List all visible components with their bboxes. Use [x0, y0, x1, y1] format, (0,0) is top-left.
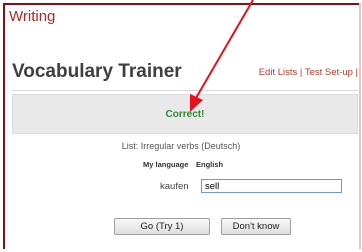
app-title: Vocabulary Trainer	[12, 61, 182, 82]
question-word: kaufen	[160, 181, 189, 192]
link-separator-trailing: |	[355, 67, 358, 78]
top-links: Edit Lists | Test Set-up |	[259, 67, 358, 78]
title-divider	[12, 90, 358, 91]
test-setup-link[interactable]: Test Set-up	[305, 67, 353, 78]
answer-input[interactable]	[201, 179, 342, 193]
list-name: List: Irregular verbs (Deutsch)	[121, 141, 241, 151]
feedback-message: Correct!	[165, 108, 205, 120]
my-language-label: My language	[143, 160, 189, 169]
edit-lists-link[interactable]: Edit Lists	[259, 67, 298, 78]
target-language-label: English	[196, 160, 224, 169]
page-frame-edge	[359, 3, 361, 249]
feedback-banner: Correct!	[12, 94, 358, 134]
link-separator: |	[299, 67, 303, 78]
dont-know-button[interactable]: Don't know	[221, 218, 291, 235]
section-title: Writing	[9, 8, 56, 25]
go-button[interactable]: Go (Try 1)	[114, 218, 210, 235]
